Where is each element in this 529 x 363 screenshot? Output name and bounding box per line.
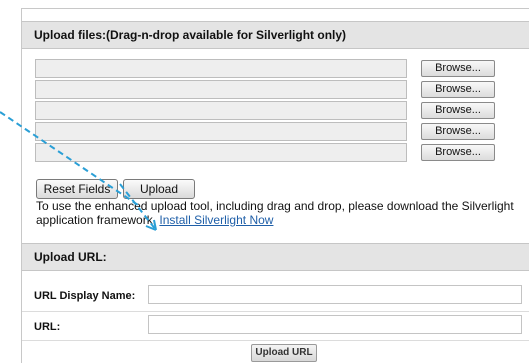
browse-button-4[interactable]: Browse... (421, 123, 495, 140)
upload-panel: Upload files:(Drag-n-drop available for … (21, 8, 529, 363)
url-field[interactable] (148, 315, 522, 334)
help-text-body: To use the enhanced upload tool, includi… (36, 199, 514, 227)
url-display-name-field[interactable] (148, 285, 522, 304)
upload-button[interactable]: Upload (123, 179, 195, 199)
row-divider (22, 311, 529, 312)
upload-files-title: Upload files:(Drag-n-drop available for … (34, 28, 347, 42)
upload-files-header: Upload files:(Drag-n-drop available for … (22, 21, 529, 49)
browse-button-2[interactable]: Browse... (421, 81, 495, 98)
file-path-field-1[interactable] (35, 59, 407, 78)
install-silverlight-link[interactable]: Install Silverlight Now (159, 213, 273, 227)
browse-button-3[interactable]: Browse... (421, 102, 495, 119)
upload-url-title: Upload URL: (34, 250, 107, 264)
upload-url-button[interactable]: Upload URL (251, 344, 317, 362)
file-path-field-5[interactable] (35, 143, 407, 162)
file-path-field-3[interactable] (35, 101, 407, 120)
file-path-field-4[interactable] (35, 122, 407, 141)
url-label: URL: (34, 321, 61, 333)
reset-fields-button[interactable]: Reset Fields (36, 179, 118, 199)
browse-button-5[interactable]: Browse... (421, 144, 495, 161)
silverlight-help-text: To use the enhanced upload tool, includi… (36, 199, 529, 227)
file-path-field-2[interactable] (35, 80, 407, 99)
browse-button-1[interactable]: Browse... (421, 60, 495, 77)
url-display-name-label: URL Display Name: (34, 290, 136, 302)
upload-url-header: Upload URL: (22, 243, 529, 271)
row-divider (22, 340, 529, 341)
